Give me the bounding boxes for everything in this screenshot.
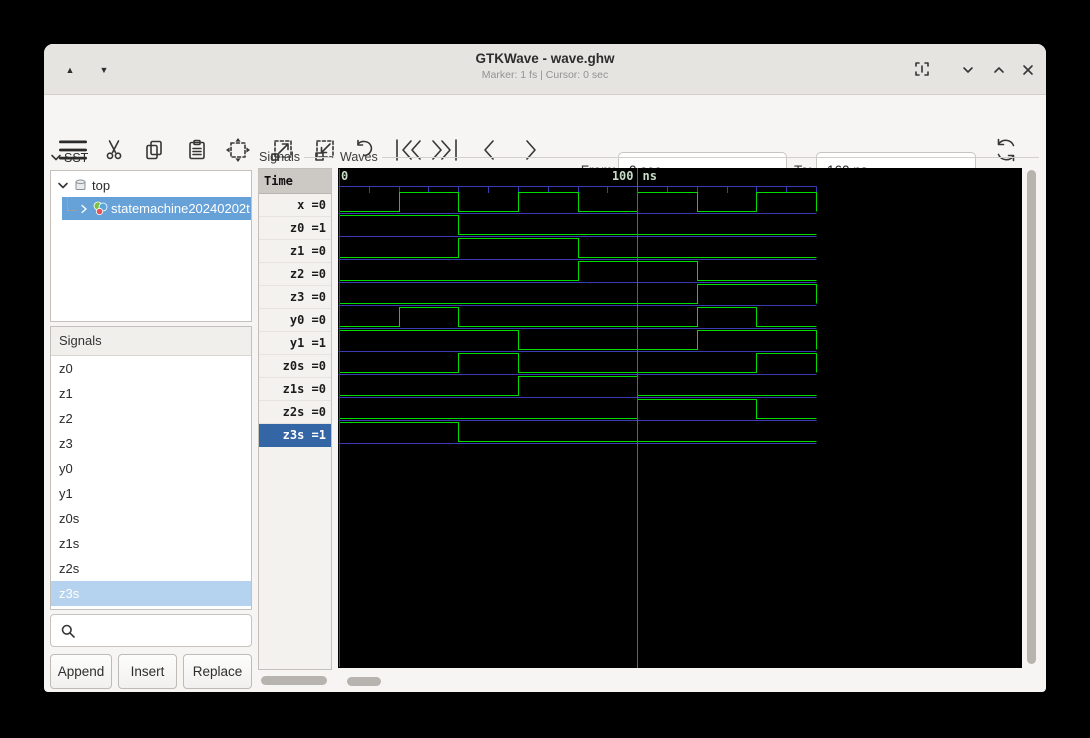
signals-list-item[interactable]: z1 [51,381,251,406]
wave-name-row[interactable]: z1s =0 [259,378,331,401]
timeline-label-unit: ns [643,169,657,183]
waves-frame-label: Waves [340,150,1039,164]
signals-panel-title: Signals [51,327,251,356]
wave-display[interactable]: 0 100 ns [338,168,1022,668]
sst-header[interactable]: SST [50,151,88,165]
waves-hscrollbar-thumb[interactable] [347,677,381,686]
wave-name-row[interactable]: z0s =0 [259,355,331,378]
sst-tree-item-statemachine[interactable]: statemachine20240202t [62,197,251,220]
main-area: SST top statemachine20240202t Signals z0… [44,147,1046,692]
names-frame-label: Signals [259,150,332,164]
wave-name-row[interactable]: y1 =1 [259,332,331,355]
scope-icon [75,179,86,190]
search-icon [61,624,75,638]
chevron-down-icon [963,67,973,73]
wave-trace-z3s [339,421,817,443]
signals-list-item[interactable]: y0 [51,456,251,481]
window-title-block: GTKWave - wave.ghw Marker: 1 fs | Cursor… [44,51,1046,81]
gtkwave-window: ▲ ▼ GTKWave - wave.ghw Marker: 1 fs | Cu… [44,44,1046,692]
wave-trace-y0 [339,306,817,328]
replace-button[interactable]: Replace [183,654,252,689]
close-button[interactable] [1016,58,1040,82]
chevron-down-icon[interactable] [57,181,69,191]
wave-names-panel: Time x =0 z0 =1 z1 =0 z2 =0 z3 =0 y0 =0 y1 =1 z… [258,168,332,670]
signals-list-item[interactable]: z2 [51,406,251,431]
wave-name-rows: x =0 z0 =1 z1 =0 z2 =0 z3 =0 y0 =0 y1 =1 z0s =0… [259,194,331,447]
names-frame-label-text: Signals [259,150,300,164]
minimize-button[interactable] [956,58,980,82]
insert-button[interactable]: Insert [118,654,177,689]
wave-name-row[interactable]: z3 =0 [259,286,331,309]
wave-trace-z0 [339,214,817,236]
names-hscrollbar-thumb[interactable] [261,676,327,685]
wave-trace-z2 [339,260,817,282]
chevron-down-icon [51,154,61,161]
wave-name-row[interactable]: z2s =0 [259,401,331,424]
wave-trace-z1 [339,237,817,259]
fit-window-button[interactable] [910,57,934,81]
sst-label: SST [64,151,89,165]
signals-panel: Signals z0 z1 z2 z3 y0 y1 z0s z1s z2s z3s [50,326,252,610]
sst-tree-item-top[interactable]: top [51,174,251,197]
signals-list-item[interactable]: z3s [51,581,251,606]
wave-canvas: 0 100 ns [338,168,818,668]
signals-list-item[interactable]: y1 [51,481,251,506]
window-title: GTKWave - wave.ghw [475,51,615,66]
sst-tree: top statemachine20240202t [50,170,252,322]
fit-window-icon [915,62,929,76]
time-header: Time [259,169,331,194]
wave-trace-z1s [339,375,817,397]
signals-list-item[interactable]: z1s [51,531,251,556]
timeline-label-start: 0 [341,169,348,183]
tree-guide [67,197,77,211]
maximize-button[interactable] [987,58,1011,82]
signals-list-item[interactable]: z0 [51,356,251,381]
wave-name-row[interactable]: y0 =0 [259,309,331,332]
names-hscrollbar[interactable] [258,673,332,688]
waves-vscrollbar[interactable] [1025,168,1038,668]
desktop: { "titlebar": { "title": "GTKWave - wave… [0,0,1090,738]
wave-name-row[interactable]: z3s =1 [259,424,331,447]
scroll-down-button[interactable]: ▼ [92,58,116,82]
sst-tree-item-label: statemachine20240202t [111,201,250,216]
titlebar[interactable]: ▲ ▼ GTKWave - wave.ghw Marker: 1 fs | Cu… [44,44,1046,95]
signal-search[interactable] [50,614,262,647]
marker-cursor-status: Marker: 1 fs | Cursor: 0 sec [481,69,609,81]
close-icon [1023,65,1033,75]
wave-name-row[interactable]: z1 =0 [259,240,331,263]
waves-hscrollbar[interactable] [344,674,1022,689]
timeline-label-cursor: 100 [612,169,634,183]
toolbar: From: To: [44,95,1046,188]
signals-list-item[interactable]: z0s [51,506,251,531]
waves-frame-label-text: Waves [340,150,378,164]
wave-name-row[interactable]: z0 =1 [259,217,331,240]
signals-list-item[interactable]: z3 [51,431,251,456]
search-input[interactable] [82,622,262,639]
chevron-right-icon[interactable] [79,203,89,215]
signals-list-item[interactable]: z2s [51,556,251,581]
sst-tree-item-label: top [92,178,111,193]
wave-name-row[interactable]: z2 =0 [259,263,331,286]
wave-name-row[interactable]: x =0 [259,194,331,217]
wave-trace-z0s [339,352,818,374]
wave-trace-x [339,191,818,213]
chevron-up-icon [994,67,1004,73]
scroll-up-button[interactable]: ▲ [58,58,82,82]
wave-trace-z3 [339,283,818,305]
module-icon [93,201,108,216]
waves-vscrollbar-thumb[interactable] [1027,170,1036,664]
append-button[interactable]: Append [50,654,112,689]
wave-trace-y1 [339,329,818,351]
signals-list: z0 z1 z2 z3 y0 y1 z0s z1s z2s z3s [51,356,251,606]
wave-trace-z2s [339,398,817,420]
